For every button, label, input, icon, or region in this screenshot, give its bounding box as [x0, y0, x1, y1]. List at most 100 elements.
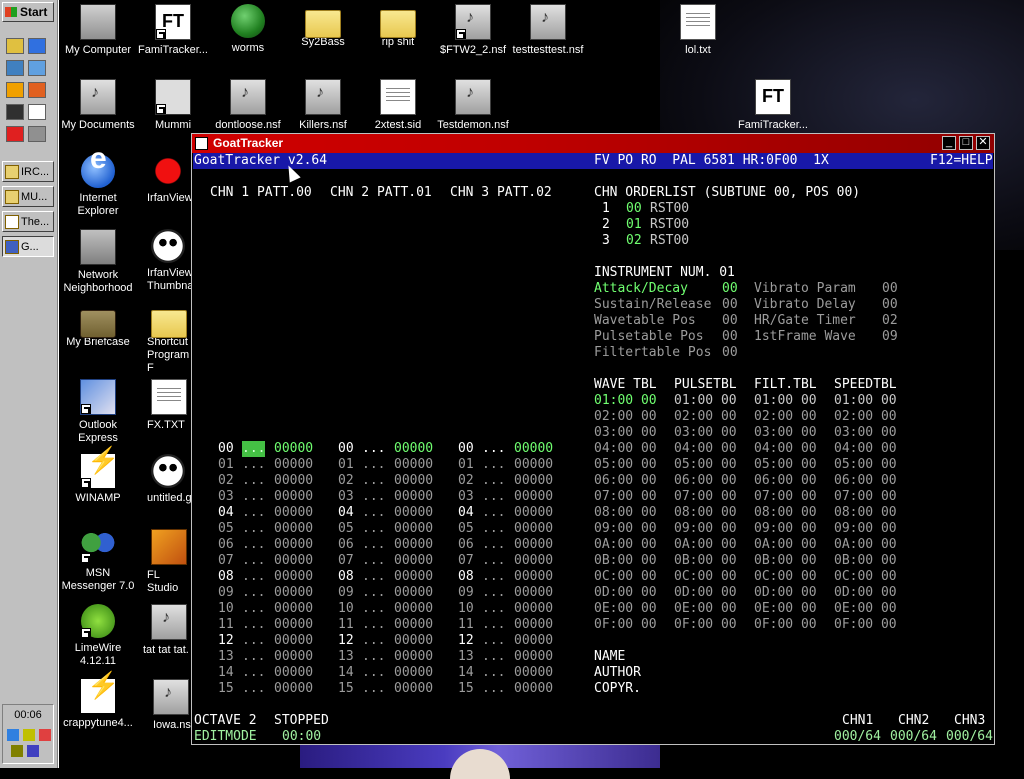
desktop-icon-irfanview[interactable]: IrfanView	[133, 154, 191, 205]
table-cell[interactable]: 02:00 00	[594, 409, 657, 425]
pattern-data-cell[interactable]: 00000	[274, 569, 313, 585]
pattern-note-cell[interactable]: ...	[362, 505, 385, 521]
pattern-note-cell[interactable]: ...	[362, 521, 385, 537]
desktop-icon-2xtest[interactable]: 2xtest.sid	[358, 79, 438, 132]
orderlist-command[interactable]: RST00	[650, 201, 689, 217]
pattern-data-cell[interactable]: 00000	[394, 457, 433, 473]
table-cell[interactable]: 07:00 00	[754, 489, 817, 505]
table-cell[interactable]: 0E:00 00	[674, 601, 737, 617]
desktop-icon-shortcut-program[interactable]: Shortcut Program F	[133, 304, 191, 375]
desktop-icon-internet-explorer[interactable]: Internet Explorer	[58, 152, 138, 218]
pattern-note-cell[interactable]: ...	[362, 489, 385, 505]
pattern-data-cell[interactable]: 00000	[514, 569, 553, 585]
pattern-data-cell[interactable]: 00000	[274, 585, 313, 601]
pattern-note-cell[interactable]: ...	[482, 601, 505, 617]
instrument-param-value[interactable]: 00	[722, 297, 738, 313]
taskbar-button-mu[interactable]: MU...	[2, 186, 54, 207]
table-cell[interactable]: 0B:00 00	[754, 553, 817, 569]
pattern-note-cell[interactable]: ...	[362, 473, 385, 489]
pattern-data-cell[interactable]: 00000	[274, 633, 313, 649]
instrument-param-value[interactable]: 00	[882, 281, 898, 297]
orderlist-position[interactable]: 02	[626, 233, 642, 249]
instrument-param-value[interactable]: 00	[882, 297, 898, 313]
pattern-data-cell[interactable]: 00000	[394, 489, 433, 505]
table-cell[interactable]: 05:00 00	[754, 457, 817, 473]
pattern-note-cell[interactable]: ...	[362, 585, 385, 601]
orderlist-position[interactable]: 01	[626, 217, 642, 233]
table-cell[interactable]: 08:00 00	[834, 505, 897, 521]
goattracker-icon[interactable]	[195, 137, 208, 150]
pattern-note-cell[interactable]: ...	[482, 617, 505, 633]
quicklaunch-winamp-icon[interactable]	[6, 82, 24, 98]
desktop-icon-tat-tat[interactable]: tat tat tat.	[133, 604, 191, 657]
desktop-icon-outlook[interactable]: Outlook Express	[58, 379, 138, 445]
table-cell[interactable]: 0C:00 00	[834, 569, 897, 585]
table-cell[interactable]: 03:00 00	[754, 425, 817, 441]
table-cell[interactable]: 0D:00 00	[674, 585, 737, 601]
clock[interactable]: 00:06	[3, 709, 53, 721]
table-cell[interactable]: 04:00 00	[754, 441, 817, 457]
pattern-data-cell[interactable]: 00000	[274, 457, 313, 473]
pattern-note-cell[interactable]: ...	[362, 441, 385, 457]
pattern-data-cell[interactable]: 00000	[394, 569, 433, 585]
pattern-note-cell[interactable]: ...	[362, 537, 385, 553]
pattern-note-cell[interactable]: ...	[482, 681, 505, 697]
instrument-param-value[interactable]: 00	[722, 281, 738, 297]
table-cell[interactable]: 02:00 00	[834, 409, 897, 425]
instrument-param-value[interactable]: 00	[722, 345, 738, 361]
table-cell[interactable]: 02:00 00	[754, 409, 817, 425]
pattern-note-cell[interactable]: ...	[482, 521, 505, 537]
table-cell[interactable]: 02:00 00	[674, 409, 737, 425]
pattern-note-cell[interactable]: ...	[482, 585, 505, 601]
pattern-data-cell[interactable]: 00000	[274, 505, 313, 521]
orderlist-position[interactable]: 00	[626, 201, 642, 217]
pattern-data-cell[interactable]: 00000	[274, 601, 313, 617]
window-titlebar[interactable]: GoatTracker _ □ ✕	[192, 134, 994, 153]
pattern-note-cell[interactable]: ...	[242, 681, 265, 697]
pattern-data-cell[interactable]: 00000	[394, 665, 433, 681]
pattern-data-cell[interactable]: 00000	[514, 553, 553, 569]
desktop-icon-network[interactable]: Network Neighborhood	[58, 229, 138, 295]
pattern-data-cell[interactable]: 00000	[394, 473, 433, 489]
table-cell[interactable]: 08:00 00	[594, 505, 657, 521]
pattern-data-cell[interactable]: 00000	[514, 521, 553, 537]
desktop-icon-winamp[interactable]: WINAMP	[58, 454, 138, 505]
pattern-note-cell[interactable]: ...	[242, 649, 265, 665]
pattern-data-cell[interactable]: 00000	[514, 633, 553, 649]
table-cell[interactable]: 0F:00 00	[754, 617, 817, 633]
desktop-icon-briefcase[interactable]: My Briefcase	[58, 304, 138, 349]
pattern-data-cell[interactable]: 00000	[514, 649, 553, 665]
instrument-param-value[interactable]: 00	[722, 329, 738, 345]
table-cell[interactable]: 06:00 00	[594, 473, 657, 489]
table-cell[interactable]: 0E:00 00	[834, 601, 897, 617]
pattern-data-cell[interactable]: 00000	[274, 553, 313, 569]
pattern-note-cell[interactable]: ...	[242, 601, 265, 617]
pattern-data-cell[interactable]: 00000	[274, 665, 313, 681]
quicklaunch-channel-icon[interactable]	[28, 60, 46, 76]
pattern-note-cell[interactable]: ...	[482, 569, 505, 585]
pattern-data-cell[interactable]: 00000	[394, 441, 433, 457]
pattern-note-cell[interactable]: ...	[362, 553, 385, 569]
pattern-note-cell[interactable]: ...	[242, 441, 266, 457]
taskbar-button-goattracker[interactable]: G...	[2, 236, 54, 257]
pattern-data-cell[interactable]: 00000	[514, 601, 553, 617]
pattern-note-cell[interactable]: ...	[242, 537, 265, 553]
desktop-icon-irfanview-thumb[interactable]: IrfanView Thumbnai	[133, 229, 191, 293]
table-cell[interactable]: 07:00 00	[594, 489, 657, 505]
desktop-icon-msn[interactable]: MSN Messenger 7.0	[58, 529, 138, 593]
table-cell[interactable]: 04:00 00	[674, 441, 737, 457]
pattern-note-cell[interactable]: ...	[242, 617, 265, 633]
pattern-note-cell[interactable]: ...	[482, 505, 505, 521]
table-cell[interactable]: 0F:00 00	[594, 617, 657, 633]
pattern-data-cell[interactable]: 00000	[274, 441, 313, 457]
pattern-note-cell[interactable]: ...	[482, 473, 505, 489]
pattern-data-cell[interactable]: 00000	[394, 617, 433, 633]
taskbar-button-the[interactable]: The...	[2, 211, 54, 232]
pattern-note-cell[interactable]: ...	[242, 553, 265, 569]
table-cell[interactable]: 0B:00 00	[834, 553, 897, 569]
pattern-note-cell[interactable]: ...	[482, 633, 505, 649]
pattern-data-cell[interactable]: 00000	[274, 617, 313, 633]
table-cell[interactable]: 01:00 00	[834, 393, 897, 409]
quicklaunch-nsf-icon[interactable]	[28, 82, 46, 98]
pattern-note-cell[interactable]: ...	[482, 665, 505, 681]
